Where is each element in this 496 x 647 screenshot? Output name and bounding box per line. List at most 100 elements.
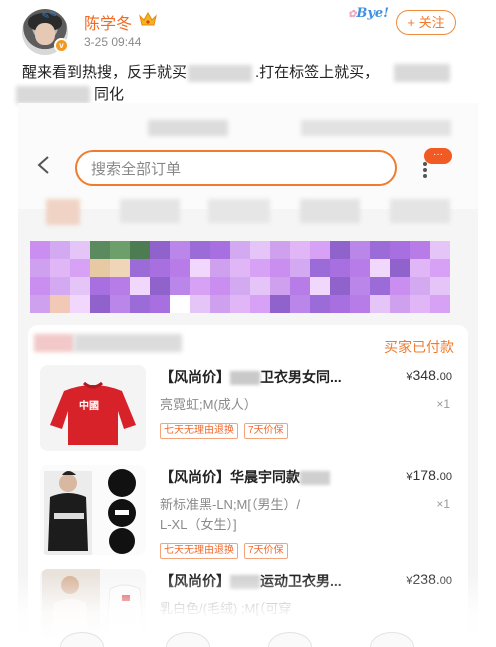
mosaic-tile — [110, 277, 130, 295]
verified-badge-icon: v — [54, 38, 69, 53]
order-screenshot: ··· 买家已付款 中國 — [18, 103, 478, 647]
mosaic-tile — [230, 295, 250, 313]
mosaic-tile — [170, 277, 190, 295]
price-integer: 238. — [412, 571, 440, 587]
mosaic-tile — [150, 241, 170, 259]
mosaic-tile — [310, 295, 330, 313]
mosaic-tile — [50, 295, 70, 313]
comment-icon[interactable] — [166, 632, 210, 647]
price-integer: 178. — [412, 467, 440, 483]
service-tag: 7天价保 — [244, 543, 288, 559]
mosaic-tile — [190, 259, 210, 277]
product-image[interactable]: 中國 — [40, 365, 146, 451]
product-spec-line: 乳白色/(毛绒) ;M[（可穿 — [160, 601, 292, 616]
sticker-text: Bye! — [356, 6, 389, 21]
more-icon[interactable] — [370, 632, 414, 647]
mosaic-tile — [170, 241, 190, 259]
product-quantity: ×1 — [436, 497, 450, 511]
mosaic-tile — [110, 259, 130, 277]
post-time: 3-25 09:44 — [84, 35, 142, 49]
product-title-suffix: 卫衣男女同... — [260, 369, 342, 385]
mosaic-tile — [130, 295, 150, 313]
order-card[interactable]: 买家已付款 中國 【风尚价】 卫衣男女同... ¥348.00 亮霓虹;M(成人）… — [28, 325, 468, 647]
service-tag: 7天价保 — [244, 423, 288, 439]
mosaic-tile — [310, 241, 330, 259]
mosaic-tile — [190, 277, 210, 295]
product-title-prefix: 【风尚价】 — [160, 573, 230, 589]
mosaic-tile — [350, 295, 370, 313]
censored-text — [394, 64, 450, 82]
mosaic-tile — [210, 277, 230, 295]
mosaic-tile — [290, 295, 310, 313]
more-options-icon[interactable] — [422, 161, 428, 179]
mosaic-tile — [30, 295, 50, 313]
mosaic-tile — [150, 259, 170, 277]
post-text-line1-a: 醒来看到热搜，反手就买 — [22, 64, 188, 81]
price-decimal: 00 — [439, 371, 452, 383]
mosaic-tile — [170, 259, 190, 277]
mosaic-tile — [90, 277, 110, 295]
mosaic-tile — [310, 259, 330, 277]
censored-status — [301, 120, 451, 136]
order-search-input[interactable] — [91, 159, 381, 179]
order-header: ··· — [18, 103, 478, 209]
price-integer: 348. — [412, 367, 440, 383]
mosaic-tile — [130, 259, 150, 277]
mosaic-tile — [390, 295, 410, 313]
product-quantity: ×1 — [436, 397, 450, 411]
product-title-prefix: 【风尚价】 — [160, 369, 230, 385]
back-arrow-icon[interactable] — [36, 155, 50, 175]
follow-button[interactable]: + 关注 — [396, 10, 456, 35]
mosaic-tile — [270, 259, 290, 277]
mosaic-tile — [330, 241, 350, 259]
price-decimal: 00 — [439, 575, 452, 587]
service-tags: 七天无理由退换 7天价保 — [160, 423, 288, 439]
mosaic-tile — [190, 241, 210, 259]
product-spec-line: 亮霓虹;M(成人） — [160, 397, 257, 412]
mosaic-tile — [290, 241, 310, 259]
mosaic-tile — [430, 295, 450, 313]
mosaic-tile — [370, 241, 390, 259]
mosaic-tile — [290, 259, 310, 277]
product-price: ¥178.00 — [406, 467, 452, 483]
like-icon[interactable] — [268, 632, 312, 647]
username[interactable]: 陈学冬 — [84, 10, 132, 34]
product-spec-line: L-XL（女生）] — [160, 517, 237, 532]
mosaic-tile — [110, 241, 130, 259]
mosaic-tile — [230, 277, 250, 295]
mosaic-tile — [230, 241, 250, 259]
service-tags: 七天无理由退换 7天价保 — [160, 543, 288, 559]
service-tag: 七天无理由退换 — [160, 543, 238, 559]
mosaic-tile — [410, 241, 430, 259]
mosaic-tile — [330, 295, 350, 313]
product-title-prefix: 【风尚价】华晨宇同款 — [160, 469, 300, 485]
mosaic-tile — [30, 277, 50, 295]
mosaic-tile — [390, 277, 410, 295]
product-price: ¥238.00 — [406, 571, 452, 587]
product-spec: 亮霓虹;M(成人） — [160, 395, 257, 415]
mosaic-tile — [350, 241, 370, 259]
crown-icon — [139, 11, 157, 26]
mosaic-tile — [370, 277, 390, 295]
mosaic-tile — [270, 295, 290, 313]
mosaic-tile — [70, 241, 90, 259]
product-spec: 新标准黑-LN;M[（男生）/ L-XL（女生）] — [160, 495, 300, 535]
price-decimal: 00 — [439, 471, 452, 483]
mosaic-tile — [210, 241, 230, 259]
mosaic-tile — [30, 241, 50, 259]
order-search-box[interactable] — [75, 150, 397, 186]
mosaic-tile — [330, 259, 350, 277]
mosaic-tile — [150, 295, 170, 313]
message-badge[interactable]: ··· — [424, 148, 452, 164]
mosaic-tile — [370, 295, 390, 313]
product-image[interactable] — [40, 465, 146, 555]
mosaic-tile — [270, 241, 290, 259]
mosaic-tile — [270, 277, 290, 295]
share-icon[interactable] — [60, 632, 104, 647]
product-title-suffix: 运动卫衣男... — [260, 573, 342, 589]
mosaic-tile — [330, 277, 350, 295]
product-price: ¥348.00 — [406, 367, 452, 383]
mosaic-tile — [250, 295, 270, 313]
order-status: 买家已付款 — [384, 339, 454, 355]
mosaic-tile — [350, 277, 370, 295]
